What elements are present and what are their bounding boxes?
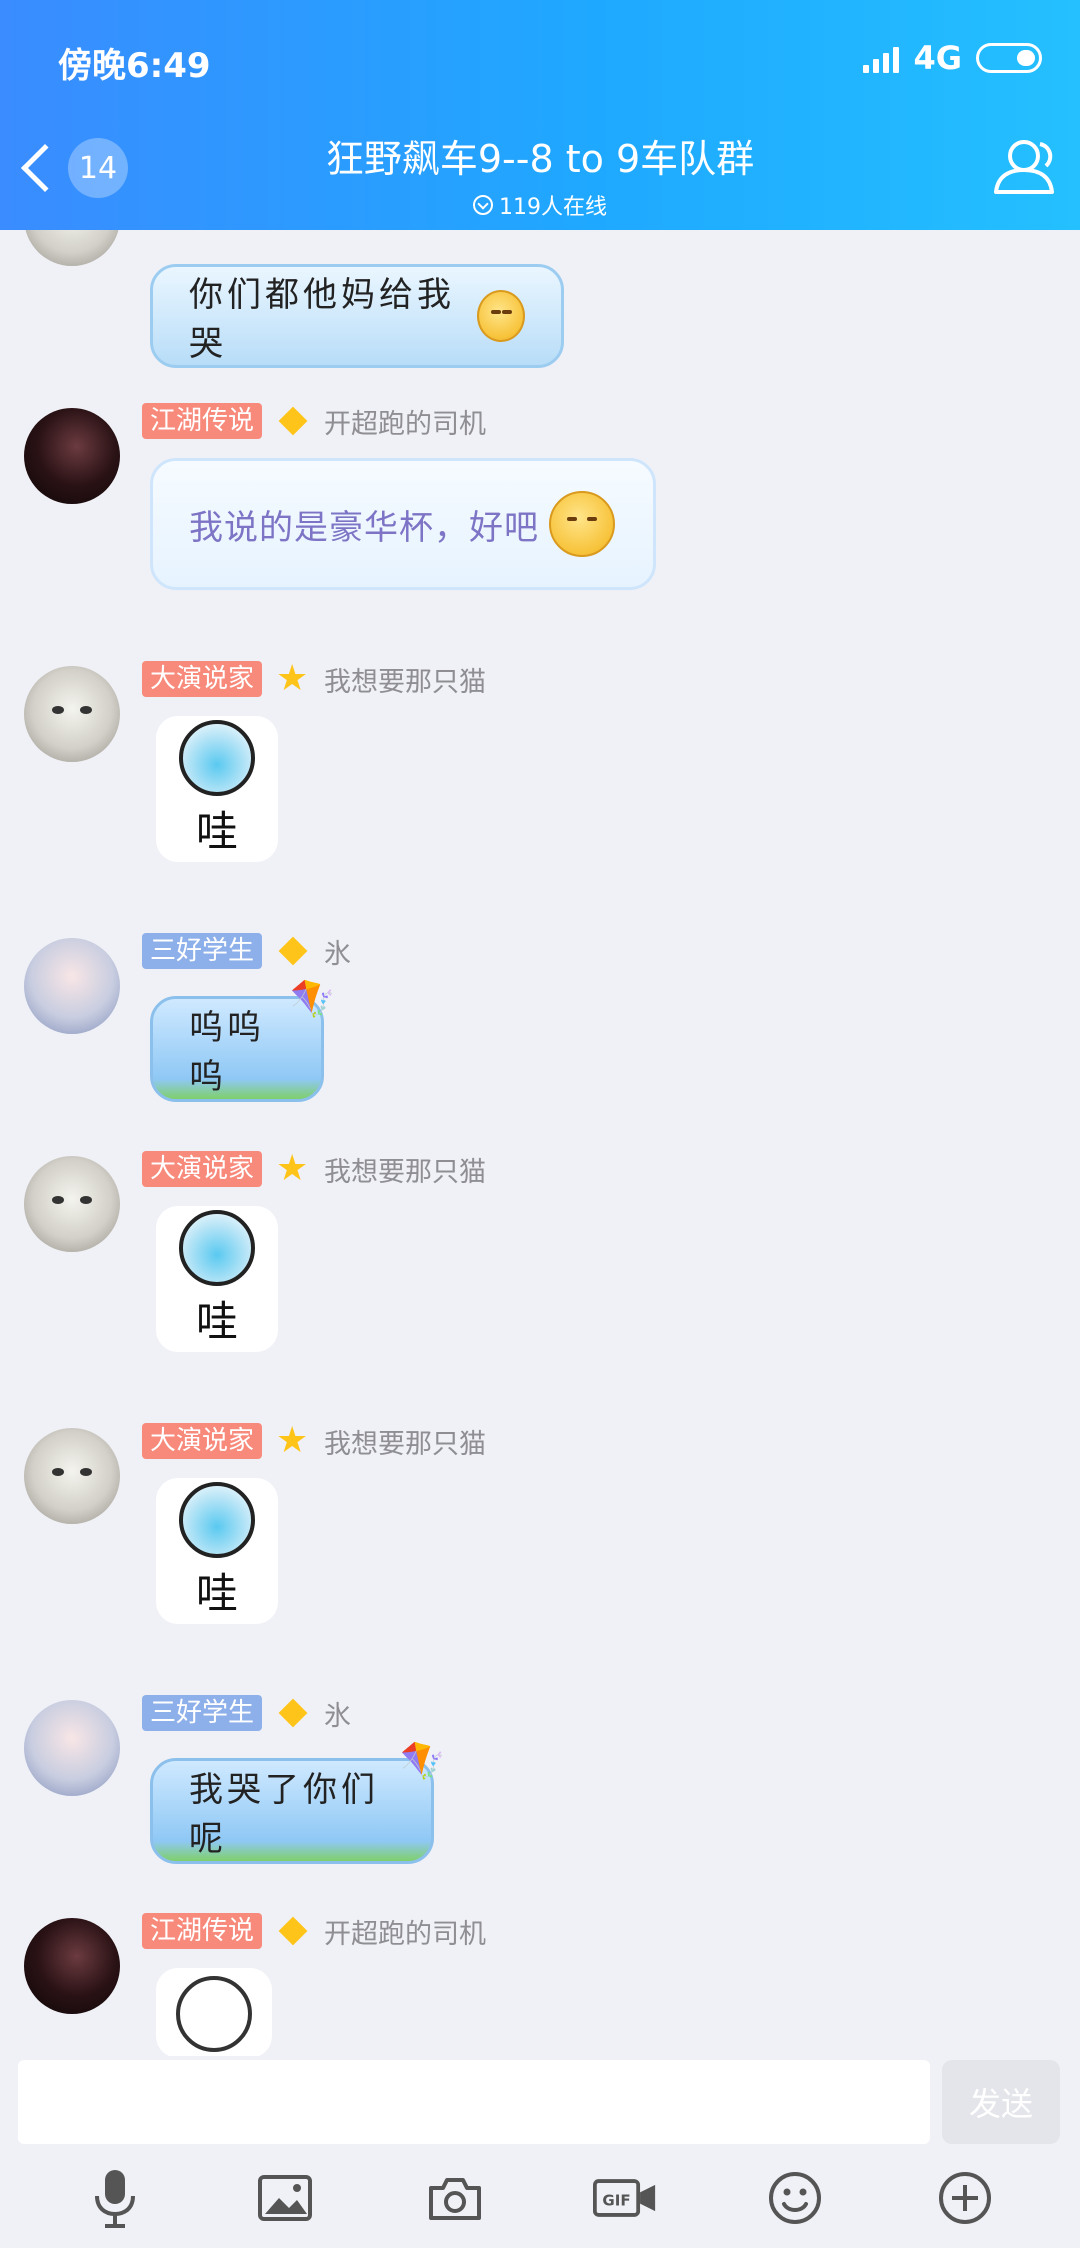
member-title-tag: 三好学生 [142, 1695, 263, 1731]
sticker-caption: 哇 [195, 1568, 238, 1618]
message-meta: 三好学生 氷 [142, 932, 351, 970]
input-row: 发送 [0, 2056, 1080, 2148]
message-bubble[interactable]: 你们都他妈给我哭 [150, 264, 564, 368]
kite-icon: 🪁 [290, 979, 335, 1020]
sticker-caption: 哇 [195, 1296, 238, 1346]
back-chevron-icon [20, 143, 70, 193]
unread-badge: 14 [68, 138, 128, 198]
status-icons: 4G [863, 39, 1042, 77]
member-title-tag: 三好学生 [142, 933, 263, 969]
member-title-tag: 大演说家 [142, 1423, 263, 1459]
shy-emoji-icon [549, 491, 615, 557]
member-title-tag: 大演说家 [142, 1151, 263, 1187]
message-text: 呜呜呜 [189, 1008, 265, 1097]
message-meta: 大演说家 ★ 我想要那只猫 [142, 1422, 486, 1460]
send-button[interactable]: 发送 [942, 2060, 1060, 2144]
nickname[interactable]: 开超跑的司机 [324, 1912, 486, 1951]
star-badge-icon [276, 1914, 310, 1948]
avatar[interactable] [24, 1700, 120, 1796]
nickname[interactable]: 我想要那只猫 [324, 1150, 486, 1189]
group-members-icon[interactable] [990, 136, 1060, 196]
message-meta: 江湖传说 开超跑的司机 [142, 1912, 486, 1950]
kite-icon: 🪁 [400, 1741, 445, 1782]
nickname[interactable]: 氷 [324, 1694, 351, 1733]
chevron-down-circle-icon [473, 195, 493, 215]
avatar[interactable] [24, 230, 120, 266]
message-text: 我哭了你们呢 [189, 1770, 379, 1859]
nickname[interactable]: 我想要那只猫 [324, 660, 486, 699]
gif-icon[interactable]: GIF [593, 2166, 657, 2230]
message-meta: 三好学生 氷 [142, 1694, 351, 1732]
avatar[interactable] [24, 666, 120, 762]
crying-face-icon [179, 719, 255, 796]
camera-icon[interactable] [423, 2166, 487, 2230]
microphone-icon[interactable] [83, 2166, 147, 2230]
avatar[interactable] [24, 1156, 120, 1252]
message-meta: 江湖传说 开超跑的司机 [142, 402, 486, 440]
sticker-image[interactable] [156, 1968, 272, 2056]
message-meta: 大演说家 ★ 我想要那只猫 [142, 1150, 486, 1188]
avatar[interactable] [24, 1428, 120, 1524]
laughing-face-icon [176, 1976, 252, 2052]
plus-icon[interactable] [933, 2166, 997, 2230]
header: 傍晚6:49 4G 14 狂野飙车9--8 to 9车队群 119人在线 [0, 0, 1080, 230]
network-label: 4G [913, 39, 962, 77]
star-badge-icon [276, 404, 310, 438]
star-badge-icon: ★ [276, 658, 309, 699]
message-input[interactable] [18, 2060, 930, 2144]
nickname[interactable]: 氷 [324, 932, 351, 971]
status-time: 傍晚6:49 [58, 46, 211, 86]
group-title: 狂野飙车9--8 to 9车队群 [325, 137, 755, 181]
crying-emoji-icon [477, 290, 525, 342]
avatar[interactable] [24, 408, 120, 504]
chat-title-area[interactable]: 狂野飙车9--8 to 9车队群 119人在线 [200, 128, 880, 221]
nickname[interactable]: 我想要那只猫 [324, 1422, 486, 1461]
avatar[interactable] [24, 1918, 120, 2014]
star-badge-icon [276, 934, 310, 968]
image-icon[interactable] [253, 2166, 317, 2230]
message-text: 我说的是豪华杯，好吧 [189, 507, 539, 548]
sticker-image[interactable]: 哇 [156, 1478, 278, 1624]
star-badge-icon [276, 1696, 310, 1730]
emoji-icon[interactable] [763, 2166, 827, 2230]
battery-icon [976, 43, 1042, 73]
star-badge-icon: ★ [276, 1420, 309, 1461]
chat-list[interactable]: 你们都他妈给我哭 江湖传说 开超跑的司机 我说的是豪华杯，好吧 大演说家 ★ 我… [0, 230, 1080, 2056]
sticker-image[interactable]: 哇 [156, 1206, 278, 1352]
member-title-tag: 江湖传说 [142, 403, 263, 439]
sticker-image[interactable]: 哇 [156, 716, 278, 862]
nickname[interactable]: 开超跑的司机 [324, 402, 486, 441]
message-meta: 大演说家 ★ 我想要那只猫 [142, 660, 486, 698]
member-title-tag: 大演说家 [142, 661, 263, 697]
crying-face-icon [179, 1209, 255, 1286]
back-button[interactable]: 14 [14, 138, 128, 198]
avatar[interactable] [24, 938, 120, 1034]
sticker-caption: 哇 [195, 806, 238, 856]
message-text: 你们都他妈给我哭 [189, 275, 455, 364]
online-count: 119人在线 [200, 189, 880, 221]
crying-face-icon [179, 1481, 255, 1558]
message-bubble[interactable]: 我哭了你们呢 [150, 1758, 434, 1864]
member-title-tag: 江湖传说 [142, 1913, 263, 1949]
signal-icon [863, 43, 900, 73]
message-bubble[interactable]: 我说的是豪华杯，好吧 [150, 458, 656, 590]
svg-text:GIF: GIF [602, 2192, 630, 2210]
online-count-text: 119人在线 [499, 195, 607, 220]
input-toolbar: GIF [0, 2148, 1080, 2248]
star-badge-icon: ★ [276, 1148, 309, 1189]
